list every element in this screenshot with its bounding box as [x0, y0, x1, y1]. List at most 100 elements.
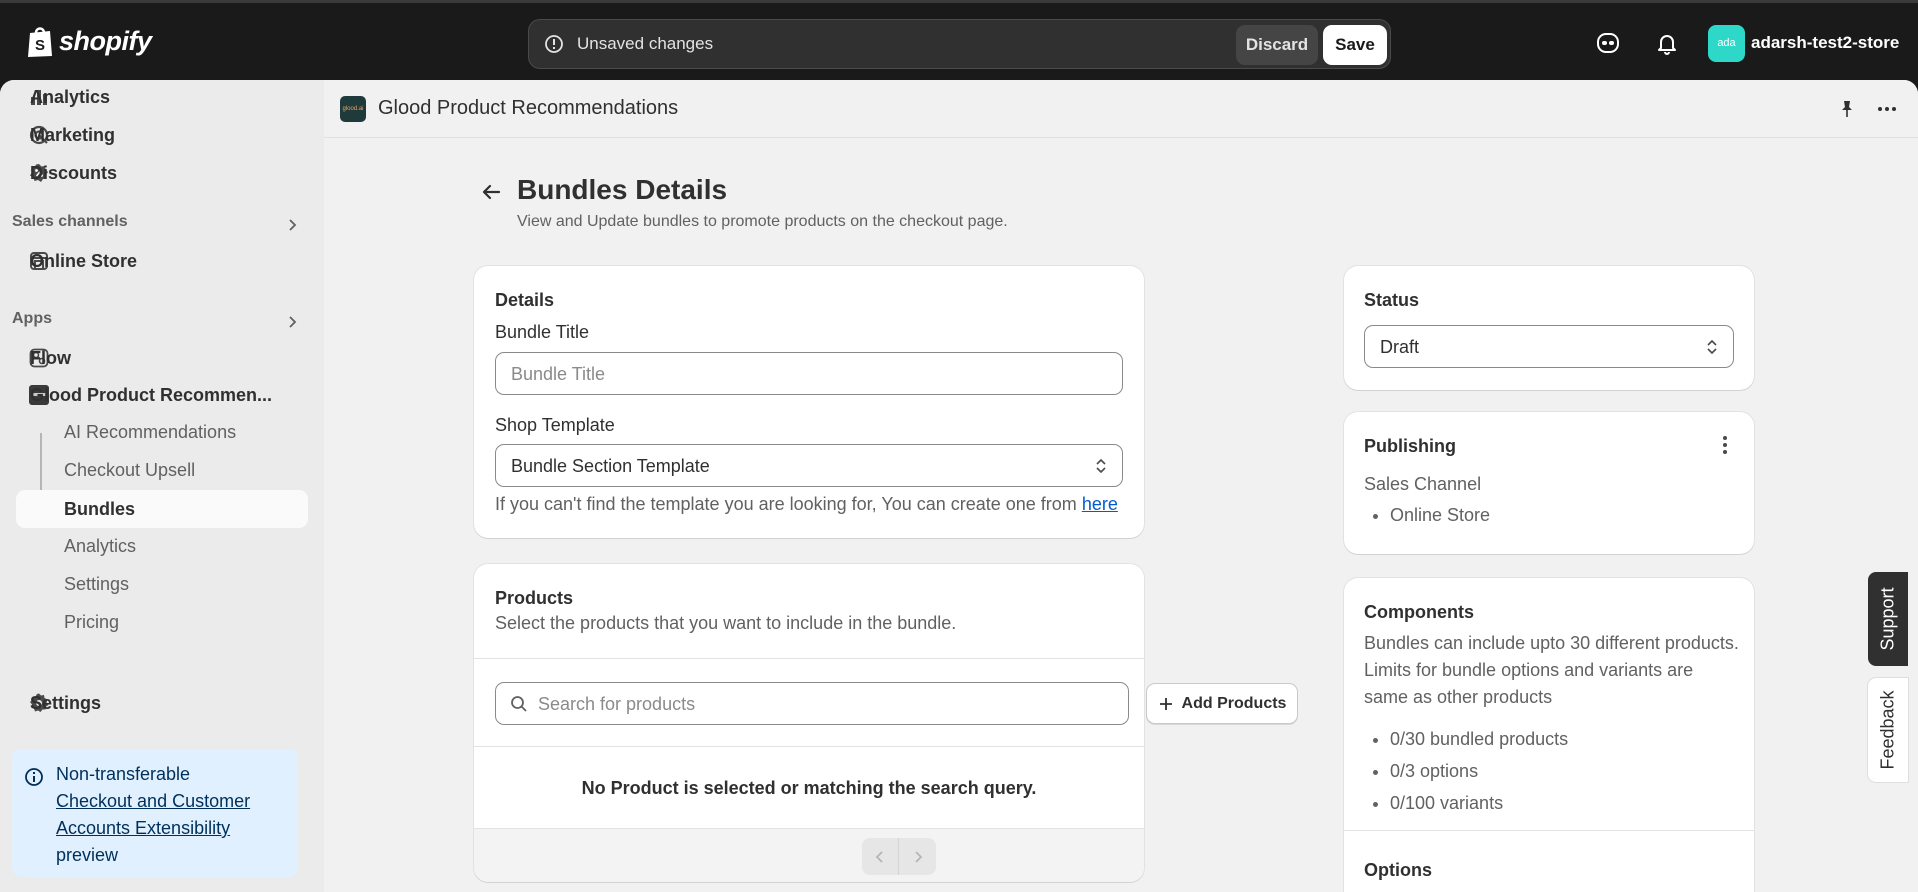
- sidebar-subitem-settings[interactable]: Settings: [16, 565, 308, 603]
- sidebar-subitem-label: Settings: [64, 573, 130, 594]
- pin-icon[interactable]: [1836, 98, 1858, 120]
- sidekick-icon[interactable]: [1595, 30, 1621, 56]
- pagination: [862, 838, 936, 875]
- details-card-title: Details: [495, 290, 555, 310]
- svg-text:S: S: [35, 37, 45, 54]
- info-icon: [25, 768, 43, 786]
- feedback-tab[interactable]: Feedback: [1868, 678, 1908, 782]
- support-tab-label: Support: [1877, 587, 1898, 651]
- bundle-title-label: Bundle Title: [495, 322, 590, 342]
- divider: [474, 746, 1144, 747]
- search-placeholder: Search for products: [538, 694, 696, 714]
- publishing-card-title: Publishing: [1364, 436, 1456, 456]
- page-subtitle: View and Update bundles to promote produ…: [517, 213, 1008, 230]
- chevron-right-icon: [914, 850, 922, 863]
- divider: [474, 658, 1144, 659]
- components-card-title: Components: [1364, 602, 1474, 622]
- app-header: glood.ai Glood Product Recommendations: [324, 80, 1918, 138]
- sidebar-subitem-ai-recommendations[interactable]: AI Recommendations: [16, 413, 308, 451]
- discard-button[interactable]: Discard: [1236, 25, 1318, 65]
- shop-template-value: Bundle Section Template: [511, 456, 710, 476]
- bundle-title-input[interactable]: Bundle Title: [495, 352, 1123, 395]
- add-products-label: Add Products: [1181, 694, 1287, 712]
- sidebar-item-label: Online Store: [30, 250, 138, 271]
- channel-item: Online Store: [1390, 505, 1490, 526]
- limit-options: 0/3 options: [1390, 755, 1568, 787]
- status-select[interactable]: Draft: [1364, 325, 1734, 368]
- sidebar-subitem-label: AI Recommendations: [64, 421, 237, 442]
- sidebar-item-marketing[interactable]: Marketing: [16, 118, 308, 152]
- extensibility-link[interactable]: Checkout and Customer Accounts Extensibi…: [56, 791, 250, 838]
- previous-page-button[interactable]: [862, 838, 899, 875]
- sidebar-item-flow[interactable]: Flow: [16, 341, 308, 375]
- page-title: Bundles Details: [517, 174, 728, 205]
- products-card-subtitle: Select the products that you want to inc…: [495, 613, 957, 633]
- banner-prefix: Non-transferable: [56, 764, 191, 784]
- store-avatar[interactable]: ada: [1708, 25, 1745, 62]
- sidebar-item-discounts[interactable]: Discounts: [16, 156, 308, 190]
- product-search-input[interactable]: Search for products: [495, 682, 1129, 725]
- sidebar-item-label: Marketing: [30, 124, 116, 145]
- sidebar-subitem-checkout-upsell[interactable]: Checkout Upsell: [16, 451, 308, 489]
- banner-text: Non-transferable Checkout and Customer A…: [56, 761, 292, 869]
- search-icon: [511, 696, 527, 712]
- components-limits-list: 0/30 bundled products 0/3 options 0/100 …: [1364, 723, 1568, 819]
- limit-variants: 0/100 variants: [1390, 787, 1568, 819]
- products-card-title: Products: [495, 588, 574, 608]
- sidebar-subitem-label: Bundles: [64, 498, 136, 519]
- options-section-title: Options: [1364, 860, 1432, 880]
- admin-shell: Analytics Marketing Discounts Sales chan…: [0, 80, 1918, 892]
- back-arrow-icon[interactable]: [477, 178, 505, 206]
- status-card: Status Draft: [1344, 266, 1754, 390]
- sidebar-item-label: Glood Product Recommen...: [30, 384, 273, 405]
- template-help-text: If you can't find the template you are l…: [495, 494, 1118, 515]
- next-page-button[interactable]: [899, 838, 936, 875]
- sales-channel-label: Sales Channel: [1364, 474, 1482, 494]
- sidebar-item-glood-app[interactable]: Glood Product Recommen...: [16, 378, 308, 412]
- save-button[interactable]: Save: [1323, 25, 1387, 65]
- status-value: Draft: [1380, 337, 1420, 357]
- sidebar-item-label: Analytics: [30, 86, 111, 107]
- support-tab[interactable]: Support: [1868, 572, 1908, 666]
- empty-products-message: No Product is selected or matching the s…: [581, 778, 1037, 798]
- sidebar-subitem-pricing[interactable]: Pricing: [16, 603, 308, 641]
- unsaved-changes-bar: Unsaved changes Discard Save: [528, 19, 1391, 69]
- sidebar-subitem-analytics[interactable]: Analytics: [16, 527, 308, 565]
- plus-icon: [1159, 697, 1172, 710]
- chevron-right-icon[interactable]: [286, 315, 300, 329]
- pagination-footer: [474, 828, 1144, 882]
- components-card: Components Bundles can include upto 30 d…: [1344, 578, 1754, 892]
- main-content: Bundles Details View and Update bundles …: [324, 138, 1918, 892]
- apps-heading: Apps: [12, 310, 52, 327]
- create-template-link[interactable]: here: [1082, 494, 1118, 514]
- sidebar-subitem-label: Analytics: [64, 535, 137, 556]
- sidebar-item-settings[interactable]: Settings: [16, 686, 308, 720]
- banner-suffix: preview: [56, 845, 119, 865]
- alert-circle-icon: [545, 35, 563, 53]
- sidebar-item-analytics[interactable]: Analytics: [16, 80, 308, 114]
- sidebar-subitem-bundles[interactable]: Bundles: [16, 490, 308, 528]
- more-vertical-icon[interactable]: [1715, 434, 1735, 456]
- add-products-button[interactable]: Add Products: [1146, 683, 1298, 724]
- more-horizontal-icon[interactable]: [1876, 98, 1898, 120]
- extensibility-preview-banner: Non-transferable Checkout and Customer A…: [12, 749, 298, 877]
- sidebar-item-label: Settings: [30, 692, 102, 713]
- publishing-card: Publishing Sales Channel Online Store: [1344, 412, 1754, 554]
- sidebar-subitem-label: Pricing: [64, 611, 120, 632]
- glood-logo: glood.ai: [340, 96, 366, 122]
- chevron-right-icon[interactable]: [286, 218, 300, 232]
- sidebar: Analytics Marketing Discounts Sales chan…: [0, 80, 324, 892]
- bell-icon[interactable]: [1654, 30, 1680, 56]
- select-chevrons-icon: [1707, 339, 1717, 355]
- store-name[interactable]: adarsh-test2-store: [1751, 33, 1899, 53]
- products-card: Products Select the products that you wa…: [474, 564, 1298, 882]
- shop-template-select[interactable]: Bundle Section Template: [495, 444, 1123, 487]
- channel-list: Online Store: [1364, 505, 1490, 526]
- brand-name: shopify: [59, 25, 152, 56]
- details-card: Details Bundle Title Bundle Title Shop T…: [474, 266, 1144, 538]
- components-description: Bundles can include upto 30 different pr…: [1364, 633, 1739, 707]
- chevron-left-icon: [875, 850, 883, 863]
- shopify-logo[interactable]: S shopify: [26, 24, 152, 58]
- feedback-tab-label: Feedback: [1877, 690, 1898, 770]
- sidebar-item-online-store[interactable]: Online Store: [16, 244, 308, 278]
